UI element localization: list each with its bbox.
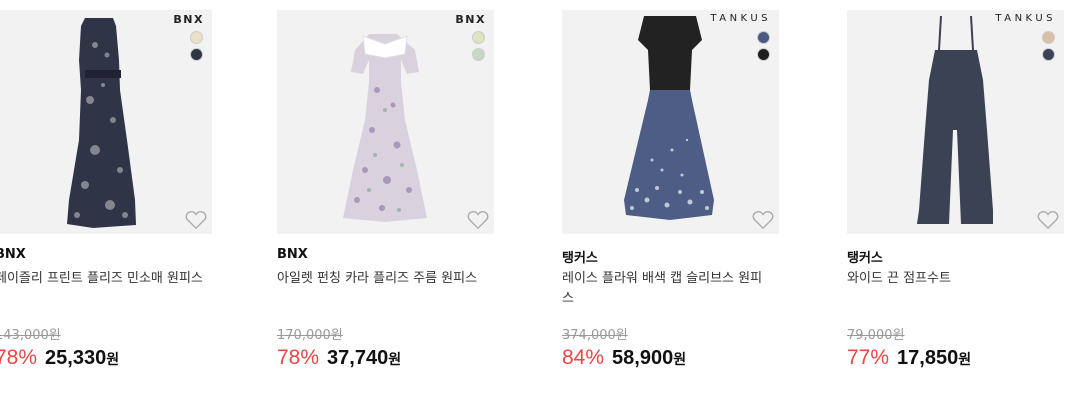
heart-icon[interactable] <box>467 210 489 230</box>
color-swatch[interactable] <box>757 48 770 61</box>
brand-logo: TANKUS <box>995 13 1056 24</box>
heart-icon[interactable] <box>1037 210 1059 230</box>
discount-rate: 78% <box>277 346 320 369</box>
price-row: 78% 25,330원 <box>0 346 119 370</box>
color-swatches <box>472 31 485 61</box>
price-row: 78% 37,740원 <box>277 346 401 370</box>
currency-unit: 원 <box>958 352 972 368</box>
discount-rate: 77% <box>847 346 890 369</box>
product-image[interactable]: BNX <box>0 10 212 234</box>
dress-image <box>343 34 427 222</box>
color-swatch[interactable] <box>472 48 485 61</box>
color-swatch[interactable] <box>1042 31 1055 44</box>
product-image[interactable]: TANKUS <box>847 10 1064 234</box>
currency-unit: 원 <box>106 352 120 368</box>
color-swatch[interactable] <box>757 31 770 44</box>
color-swatches <box>1042 31 1055 61</box>
currency-unit: 원 <box>388 352 402 368</box>
product-image[interactable]: TANKUS <box>562 10 779 234</box>
brand-name[interactable]: 탱커스 <box>562 247 598 266</box>
original-price: 374,000원 <box>562 328 628 343</box>
currency-unit: 원 <box>673 352 687 368</box>
color-swatch[interactable] <box>472 31 485 44</box>
product-title[interactable]: 페이즐리 프린트 플리즈 민소매 원피스 <box>0 269 207 289</box>
discount-rate: 84% <box>562 346 605 369</box>
sale-price: 58,900 <box>612 347 674 369</box>
product-title[interactable]: 아일렛 펀칭 카라 플리즈 주름 원피스 <box>277 269 489 289</box>
product-image[interactable]: BNX <box>277 10 494 234</box>
sale-price: 17,850 <box>897 347 959 369</box>
original-price: 170,000원 <box>277 328 343 343</box>
dress-image <box>67 18 136 228</box>
color-swatch[interactable] <box>190 31 203 44</box>
brand-name[interactable]: 탱커스 <box>847 247 883 266</box>
original-price: 143,000원 <box>0 328 61 343</box>
dress-image <box>624 16 714 220</box>
price-row: 84% 58,900원 <box>562 346 686 370</box>
discount-rate: 78% <box>0 346 38 369</box>
heart-icon[interactable] <box>185 210 207 230</box>
color-swatch[interactable] <box>190 48 203 61</box>
product-title[interactable]: 와이드 끈 점프수트 <box>847 269 1059 289</box>
heart-icon[interactable] <box>752 210 774 230</box>
sale-price: 37,740 <box>327 347 389 369</box>
original-price: 79,000원 <box>847 328 905 343</box>
brand-logo: BNX <box>455 13 486 26</box>
product-title[interactable]: 레이스 플라워 배색 캡 슬리브스 원피스 <box>562 269 774 309</box>
brand-logo: TANKUS <box>710 13 771 24</box>
price-row: 77% 17,850원 <box>847 346 971 370</box>
color-swatches <box>757 31 770 61</box>
brand-logo: BNX <box>173 13 204 26</box>
color-swatch[interactable] <box>1042 48 1055 61</box>
sale-price: 25,330 <box>45 347 107 369</box>
color-swatches <box>190 31 203 61</box>
brand-name[interactable]: BNX <box>0 247 26 262</box>
jumpsuit-image <box>917 15 993 224</box>
brand-name[interactable]: BNX <box>277 247 308 262</box>
